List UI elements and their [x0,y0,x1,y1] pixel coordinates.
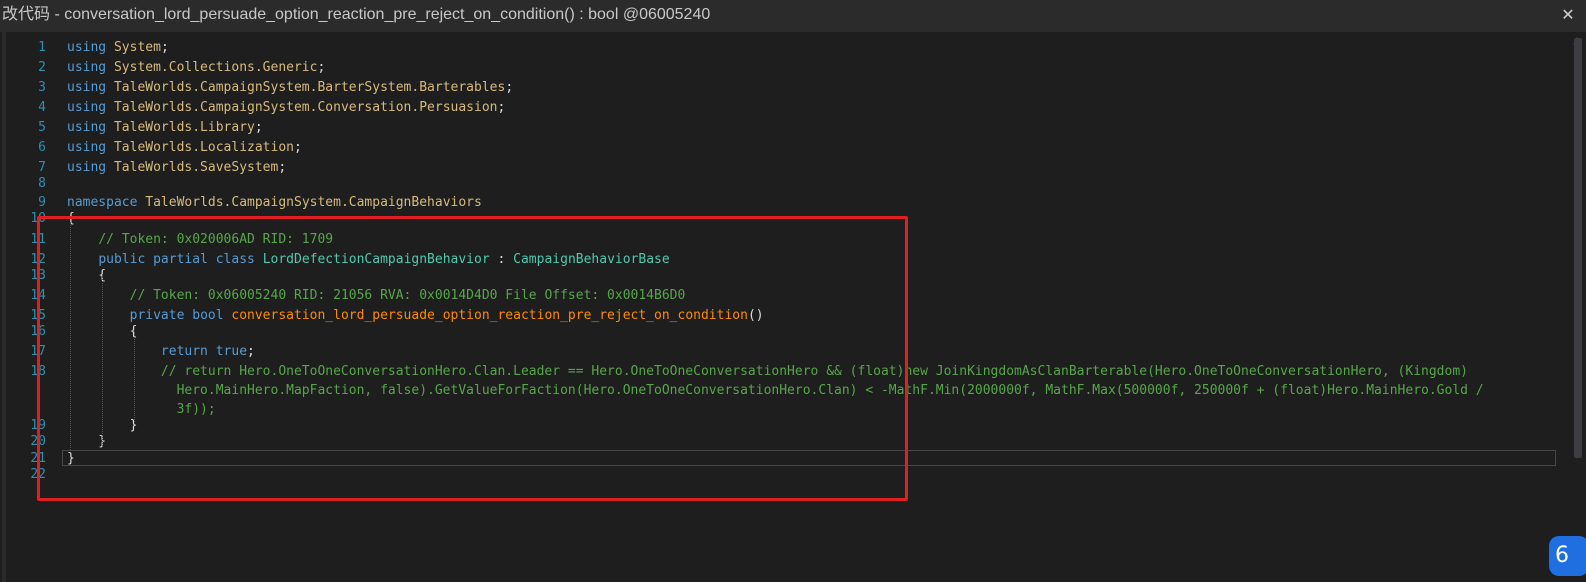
line-number: 8 [38,176,46,191]
indent-guide [70,222,71,450]
code-token: public partial class [98,252,263,267]
code-token: namespace [67,195,146,210]
code-text: return true; [67,342,255,362]
line-number: 16 [30,324,46,339]
code-line[interactable]: 5 using TaleWorlds.Library; [0,118,1560,138]
code-token: using [67,160,114,175]
code-token: TaleWorlds.Localization [113,140,294,155]
line-number: 3 [38,80,46,95]
code-token: System.Collections.Generic [113,60,318,75]
code-token: CampaignBehaviorBase [513,252,670,267]
window-title-bar: 改代码 - conversation_lord_persuade_option_… [0,0,1586,32]
line-number: 14 [30,288,46,303]
code-line[interactable]: 13 { [0,266,1560,286]
floating-assistant-icon[interactable]: 6 [1549,536,1586,576]
code-line[interactable]: 4 using TaleWorlds.CampaignSystem.Convers… [0,98,1560,118]
code-line[interactable]: 17 return true; [0,342,1560,362]
code-token: () [747,308,764,323]
code-line[interactable]: 6 using TaleWorlds.Localization; [0,138,1560,158]
code-token: } [67,434,107,449]
code-token: { [67,268,107,283]
line-number: 10 [30,211,46,226]
code-token: using [67,40,114,55]
code-token: // Token: 0x020006AD RID: 1709 [98,232,334,247]
code-token: ; [160,40,177,55]
code-token: ; [497,100,506,115]
code-token: ; [247,344,255,359]
code-token: using [67,60,114,75]
indent-guide [102,276,103,446]
code-token: TaleWorlds.CampaignSystem.CampaignBehavi… [145,195,482,210]
code-token: // return Hero.OneToOneConversationHero.… [160,364,1468,379]
window-title: 改代码 - conversation_lord_persuade_option_… [2,6,711,23]
line-number: 13 [30,268,46,283]
code-text: using TaleWorlds.Library; [67,118,263,138]
code-text: using TaleWorlds.CampaignSystem.Conversa… [67,98,505,118]
code-token: conversation_lord_persuade_option_reacti… [231,308,748,323]
code-token: TaleWorlds.CampaignSystem.Conversation.P… [113,100,498,115]
line-number: 5 [38,120,46,135]
code-token: TaleWorlds.Library [113,120,255,135]
code-line[interactable]: 11 // Token: 0x020006AD RID: 1709 [0,230,1560,250]
code-token: 3f)); [176,402,216,417]
code-token: ; [254,120,263,135]
code-line[interactable]: 1 using System; [0,38,1560,58]
code-text: using System; [67,38,177,58]
code-token: TaleWorlds.CampaignSystem.BarterSystem.B… [113,80,506,95]
code-token: : [489,252,514,267]
code-line[interactable]: 16 { [0,322,1560,342]
code-line[interactable]: 2 using System.Collections.Generic; [0,58,1560,78]
close-button[interactable]: ✕ [1556,0,1580,30]
code-token: using [67,80,114,95]
code-token: ; [317,60,326,75]
code-token: LordDefectionCampaignBehavior [262,252,490,267]
code-token: System [113,40,161,55]
line-number: 6 [38,140,46,155]
line-number: 22 [30,467,46,482]
code-text: { [67,266,106,286]
code-text: using TaleWorlds.CampaignSystem.BarterSy… [67,78,513,98]
code-token: // Token: 0x06005240 RID: 21056 RVA: 0x0… [129,288,686,303]
code-text: using TaleWorlds.Localization; [67,138,302,158]
code-token: TaleWorlds.SaveSystem [113,160,279,175]
line-number: 1 [38,40,46,55]
code-token: ; [293,140,302,155]
code-line[interactable]: 3 using TaleWorlds.CampaignSystem.BarterS… [0,78,1560,98]
code-text: using System.Collections.Generic; [67,58,325,78]
code-token: using [67,140,114,155]
line-number: 4 [38,100,46,115]
code-token: ; [278,160,287,175]
code-text: Hero.MainHero.MapFaction, false).GetValu… [67,381,1484,401]
code-token: return true [160,344,248,359]
code-token: private bool [129,308,232,323]
code-token: using [67,120,114,135]
scrollbar-thumb[interactable] [1574,38,1582,458]
code-line[interactable]: 18 // return Hero.OneToOneConversationHe… [0,362,1560,382]
code-text: // return Hero.OneToOneConversationHero.… [67,362,1468,382]
code-line[interactable]: Hero.MainHero.MapFaction, false).GetValu… [0,381,1560,401]
code-line[interactable]: 10{ [0,209,1560,229]
current-line-highlight [62,450,1556,466]
code-token: using [67,100,114,115]
code-line[interactable]: 22 [0,465,1560,485]
indent-guide [134,332,135,422]
code-token: ; [505,80,514,95]
line-number: 2 [38,60,46,75]
code-token: Hero.MainHero.MapFaction, false).GetValu… [176,383,1484,398]
code-line[interactable]: 8 [0,174,1560,194]
code-text: // Token: 0x06005240 RID: 21056 RVA: 0x0… [67,286,686,306]
code-text: // Token: 0x020006AD RID: 1709 [67,230,333,250]
line-number: 17 [30,344,46,359]
line-number: 11 [30,232,46,247]
code-line[interactable]: 14 // Token: 0x06005240 RID: 21056 RVA: … [0,286,1560,306]
line-number: 18 [30,364,46,379]
